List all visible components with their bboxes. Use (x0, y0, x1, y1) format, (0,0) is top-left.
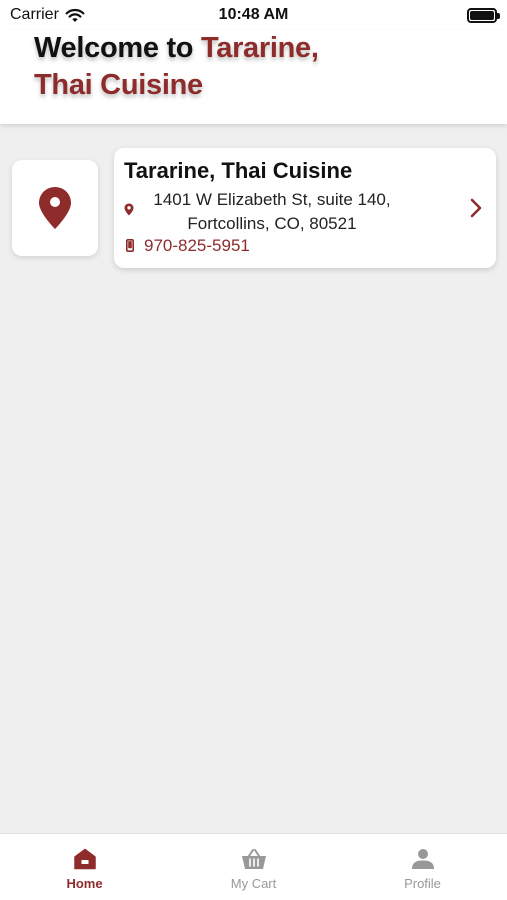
title-accent-line2: Thai Cuisine (34, 69, 203, 101)
title-prefix: Welcome to (34, 32, 201, 64)
battery-icon (467, 7, 500, 23)
restaurant-card[interactable]: Tararine, Thai Cuisine 1401 W Elizabeth … (114, 148, 496, 268)
tab-home-label: Home (66, 876, 103, 891)
status-bar: Carrier 10:48 AM (0, 0, 507, 30)
bottom-tab-bar: Home My Cart Profile (0, 833, 507, 900)
address-line1: 1401 W Elizabeth St, suite 140, (153, 190, 391, 209)
page-title: Welcome to Tararine, Thai Cuisine (34, 30, 473, 104)
page-header: Welcome to Tararine, Thai Cuisine (0, 30, 507, 124)
person-icon (411, 849, 434, 869)
location-tile[interactable] (12, 160, 98, 256)
tab-profile[interactable]: Profile (338, 834, 507, 900)
chevron-right-icon[interactable] (466, 196, 486, 220)
restaurant-phone[interactable]: 970-825-5951 (144, 236, 250, 256)
wifi-icon (65, 8, 85, 22)
tab-my-cart[interactable]: My Cart (169, 834, 338, 900)
map-pin-icon (39, 187, 71, 229)
restaurant-row[interactable]: Tararine, Thai Cuisine 1401 W Elizabeth … (12, 148, 496, 268)
tab-profile-label: Profile (404, 876, 441, 891)
address-line2: Fortcollins, CO, 80521 (187, 214, 357, 233)
tab-home[interactable]: Home (0, 834, 169, 900)
tab-my-cart-label: My Cart (230, 876, 277, 891)
basket-icon (241, 849, 266, 869)
carrier-label: Carrier (10, 6, 59, 23)
phone-icon (126, 239, 134, 252)
home-icon (73, 848, 96, 870)
restaurant-name: Tararine, Thai Cuisine (124, 158, 353, 183)
restaurant-address: 1401 W Elizabeth St, suite 140, Fortcoll… (142, 188, 402, 236)
title-accent-line1: Tararine, (200, 32, 319, 64)
status-left: Carrier (10, 6, 85, 24)
address-pin-icon (124, 203, 134, 216)
